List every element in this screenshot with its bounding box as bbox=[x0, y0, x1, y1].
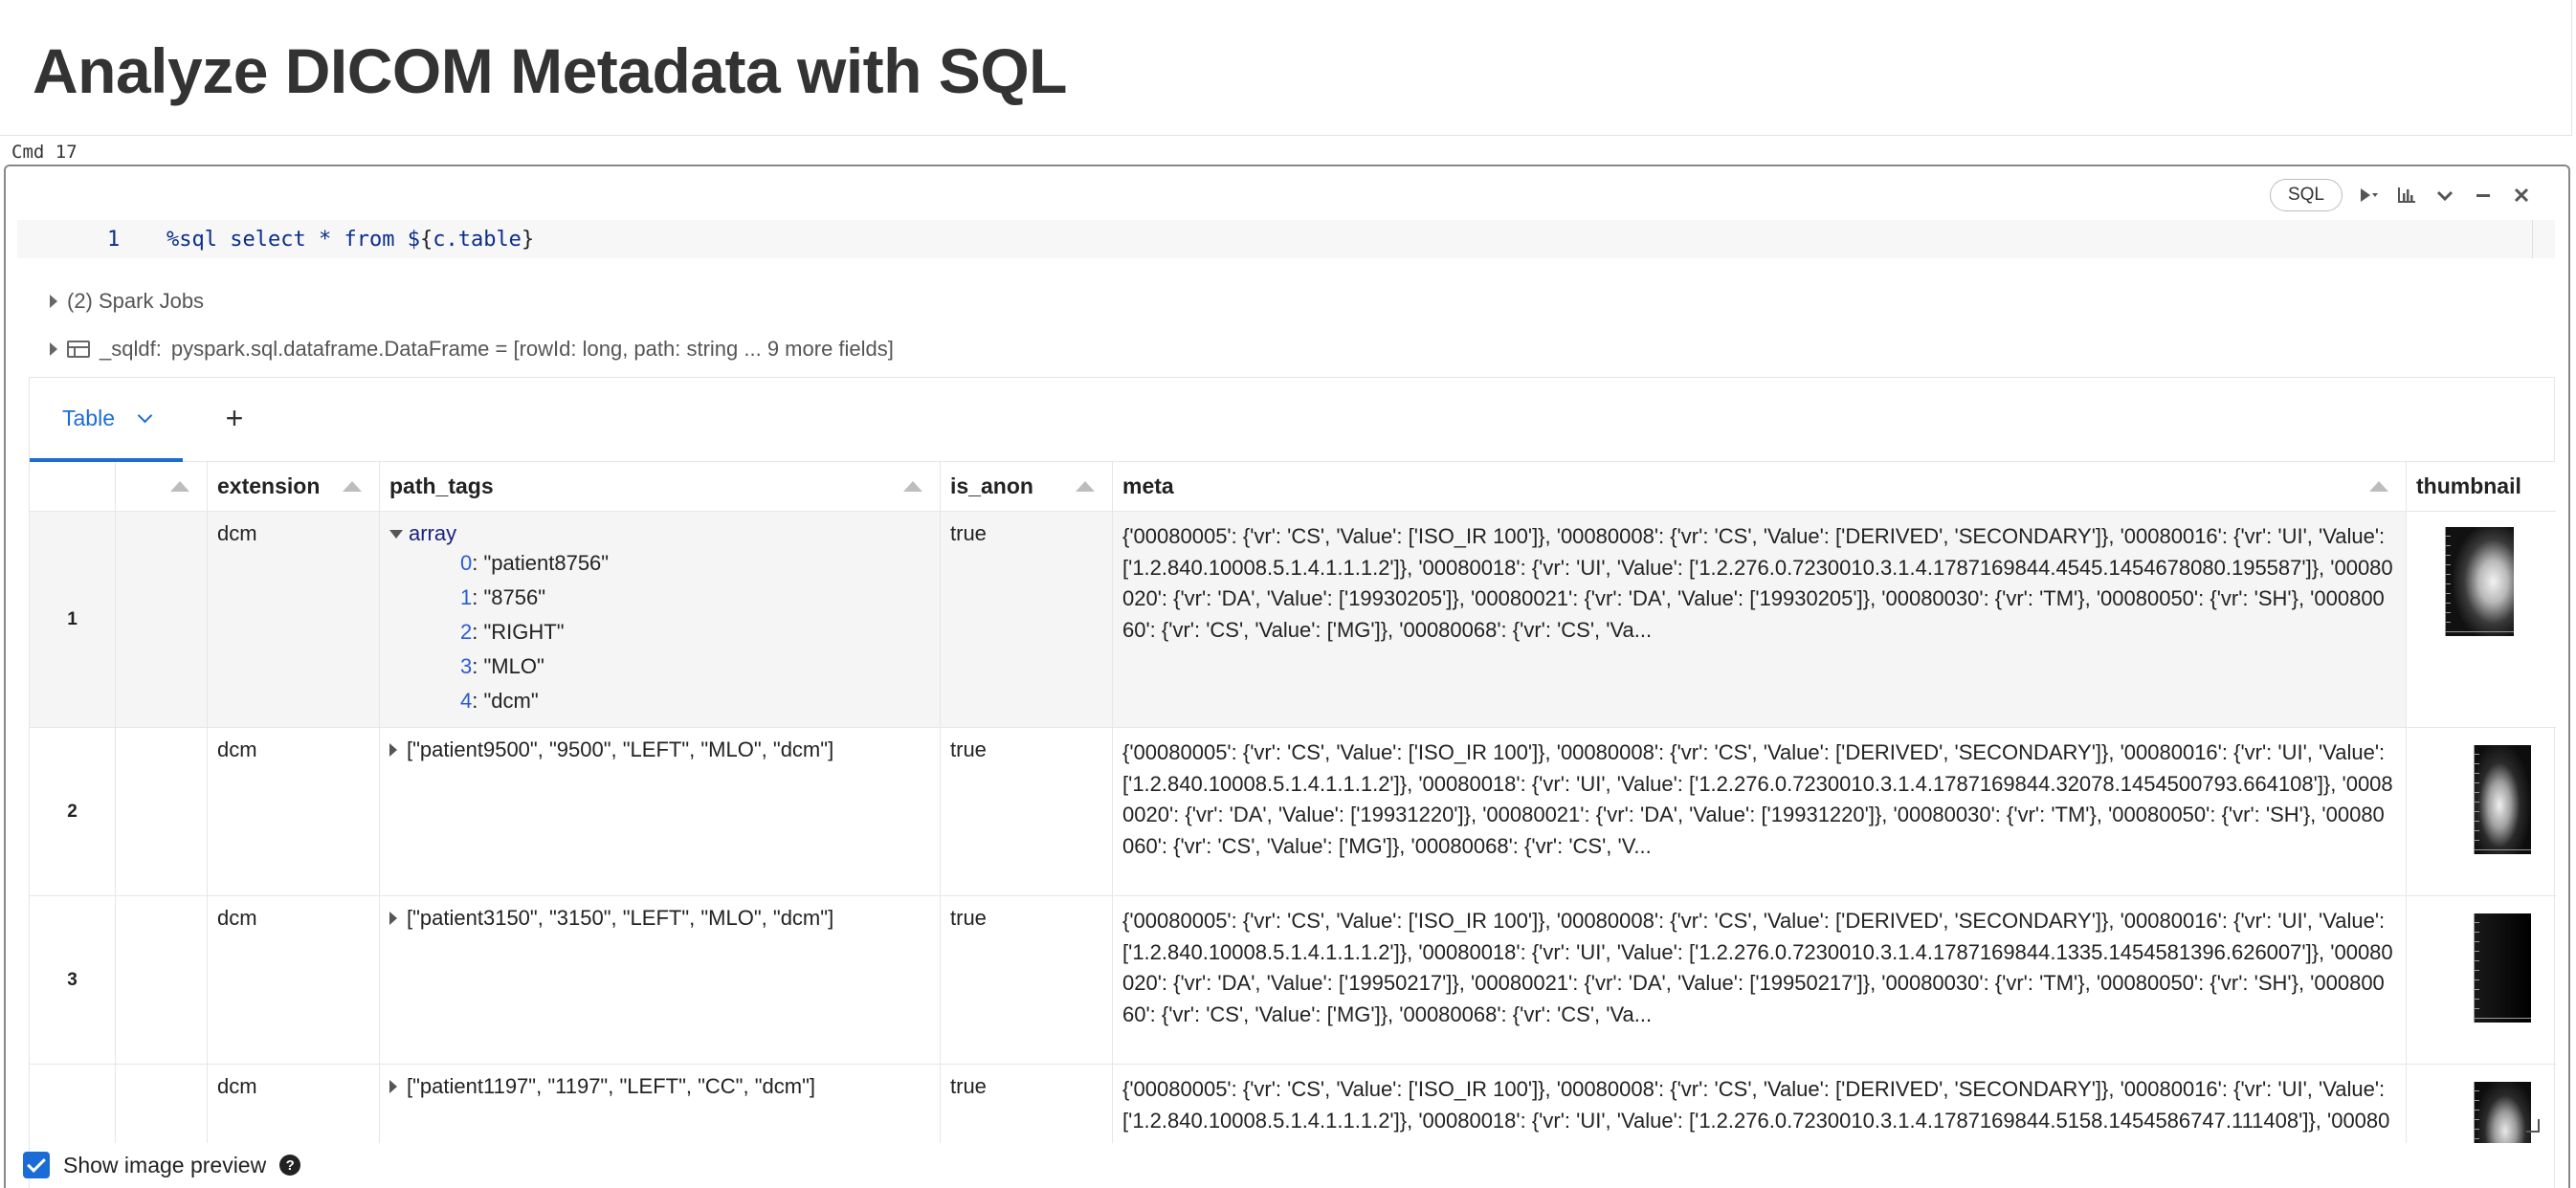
mammogram-thumbnail[interactable] bbox=[2474, 1082, 2531, 1143]
meta-cell: {'00080005': {'vr': 'CS', 'Value': ['ISO… bbox=[1113, 1065, 2407, 1143]
extension-cell: dcm bbox=[208, 728, 380, 895]
path-tags-cell: ["patient1197", "1197", "LEFT", "CC", "d… bbox=[380, 1065, 941, 1143]
collapse-chevron-icon[interactable] bbox=[2432, 183, 2457, 208]
meta-cell: {'00080005': {'vr': 'CS', 'Value': ['ISO… bbox=[1113, 512, 2407, 727]
path-tags-cell: ["patient9500", "9500", "LEFT", "MLO", "… bbox=[380, 728, 941, 895]
row-number: 4 bbox=[30, 1065, 116, 1143]
sort-icon[interactable] bbox=[2369, 481, 2388, 492]
expand-caret-icon bbox=[50, 295, 57, 308]
mammogram-thumbnail[interactable] bbox=[2474, 913, 2531, 1023]
table-row[interactable]: 2 dcm ["patient9500", "9500", "LEFT", "M… bbox=[30, 728, 2556, 896]
resize-handle[interactable] bbox=[2526, 1119, 2540, 1133]
expand-caret-icon bbox=[389, 1080, 397, 1093]
dataframe-name: _sqldf: bbox=[100, 337, 162, 361]
dataframe-schema-toggle[interactable]: _sqldf: pyspark.sql.dataframe.DataFrame … bbox=[50, 337, 894, 362]
column-header-thumbnail[interactable]: thumbnail bbox=[2407, 462, 2556, 512]
cell-toolbar: SQL bbox=[2269, 178, 2534, 212]
array-toggle[interactable]: ["patient1197", "1197", "LEFT", "CC", "d… bbox=[389, 1074, 930, 1099]
column-header-path-tags[interactable]: path_tags bbox=[380, 462, 941, 512]
blank-cell bbox=[116, 1065, 208, 1143]
is-anon-cell: true bbox=[941, 1065, 1113, 1143]
row-number: 1 bbox=[30, 512, 116, 727]
array-toggle[interactable]: ["patient9500", "9500", "LEFT", "MLO", "… bbox=[389, 737, 930, 762]
path-tags-cell: ["patient3150", "3150", "LEFT", "MLO", "… bbox=[380, 896, 941, 1064]
tab-table-label: Table bbox=[62, 405, 115, 430]
close-icon[interactable] bbox=[2509, 183, 2534, 208]
line-number: 1 bbox=[107, 228, 121, 252]
help-icon[interactable]: ? bbox=[279, 1155, 301, 1176]
sort-icon[interactable] bbox=[343, 481, 362, 492]
array-toggle[interactable]: array bbox=[389, 521, 930, 546]
tab-table[interactable]: Table bbox=[30, 378, 183, 462]
row-number: 3 bbox=[30, 896, 116, 1064]
is-anon-cell: true bbox=[941, 512, 1113, 727]
blank-cell bbox=[116, 728, 208, 895]
column-header-index bbox=[30, 462, 116, 512]
column-header-extension[interactable]: extension bbox=[208, 462, 380, 512]
mammogram-thumbnail[interactable] bbox=[2445, 527, 2514, 636]
show-image-preview-label: Show image preview bbox=[63, 1152, 267, 1177]
chart-icon[interactable] bbox=[2394, 183, 2419, 208]
thumbnail-cell bbox=[2407, 512, 2556, 727]
meta-cell: {'00080005': {'vr': 'CS', 'Value': ['ISO… bbox=[1113, 728, 2407, 895]
is-anon-cell: true bbox=[941, 728, 1113, 895]
array-toggle[interactable]: ["patient3150", "3150", "LEFT", "MLO", "… bbox=[389, 906, 930, 931]
array-item: 3: "MLO" bbox=[460, 654, 544, 678]
cmd-label: Cmd 17 bbox=[11, 142, 78, 163]
array-item: 2: "RIGHT" bbox=[460, 620, 565, 644]
command-cell[interactable]: SQL 1 %sql select * from ${c.table} (2) … bbox=[4, 165, 2570, 1188]
editor-scrollbar[interactable] bbox=[2532, 220, 2555, 258]
markdown-cell[interactable]: Analyze DICOM Metadata with SQL bbox=[0, 0, 2572, 136]
language-selector[interactable]: SQL bbox=[2269, 179, 2343, 211]
show-image-preview-checkbox[interactable] bbox=[23, 1152, 50, 1178]
table-row[interactable]: 1 dcm array 0: "patient8756" 1: "8756" 2… bbox=[30, 512, 2556, 728]
array-value: ["patient3150", "3150", "LEFT", "MLO", "… bbox=[407, 906, 834, 930]
expand-caret-icon bbox=[50, 342, 57, 356]
results-table: extension path_tags is_anon meta thumbna… bbox=[30, 462, 2556, 1143]
row-number: 2 bbox=[30, 728, 116, 895]
expand-caret-icon bbox=[389, 529, 403, 539]
run-dropdown-icon[interactable] bbox=[2356, 183, 2381, 208]
code-editor[interactable]: 1 %sql select * from ${c.table} bbox=[17, 220, 2555, 258]
table-icon bbox=[67, 341, 90, 358]
results-tabs: Table + bbox=[30, 378, 2554, 462]
array-item: 1: "8756" bbox=[460, 585, 546, 609]
array-item: 4: "dcm" bbox=[460, 689, 539, 713]
results-panel: Table + extension path_tags is_anon meta bbox=[29, 377, 2556, 1188]
array-item: 0: "patient8756" bbox=[460, 551, 610, 575]
thumbnail-cell bbox=[2407, 896, 2556, 1064]
extension-cell: dcm bbox=[208, 512, 380, 727]
thumbnail-cell bbox=[2407, 728, 2556, 895]
meta-cell: {'00080005': {'vr': 'CS', 'Value': ['ISO… bbox=[1113, 896, 2407, 1064]
image-preview-toggle[interactable]: Show image preview ? bbox=[23, 1152, 301, 1178]
path-tags-cell: array 0: "patient8756" 1: "8756" 2: "RIG… bbox=[380, 512, 941, 727]
expand-caret-icon bbox=[389, 912, 397, 925]
array-value: ["patient9500", "9500", "LEFT", "MLO", "… bbox=[407, 737, 834, 761]
expand-caret-icon bbox=[389, 743, 397, 757]
blank-cell bbox=[116, 512, 208, 727]
code-line[interactable]: %sql select * from ${c.table} bbox=[167, 228, 534, 252]
array-value: ["patient1197", "1197", "LEFT", "CC", "d… bbox=[407, 1074, 816, 1098]
extension-cell: dcm bbox=[208, 1065, 380, 1143]
column-header-blank[interactable] bbox=[116, 462, 208, 512]
extension-cell: dcm bbox=[208, 896, 380, 1064]
table-row[interactable]: 4 dcm ["patient1197", "1197", "LEFT", "C… bbox=[30, 1065, 2556, 1143]
minimize-icon[interactable] bbox=[2471, 183, 2496, 208]
array-label: array bbox=[409, 521, 457, 545]
mammogram-thumbnail[interactable] bbox=[2474, 745, 2531, 854]
sort-icon[interactable] bbox=[1076, 481, 1095, 492]
sort-icon[interactable] bbox=[903, 481, 922, 492]
column-header-is-anon[interactable]: is_anon bbox=[941, 462, 1113, 512]
blank-cell bbox=[116, 896, 208, 1064]
column-header-meta[interactable]: meta bbox=[1113, 462, 2407, 512]
page-title: Analyze DICOM Metadata with SQL bbox=[33, 35, 1067, 106]
add-visualization-button[interactable]: + bbox=[217, 401, 252, 435]
chevron-down-icon[interactable] bbox=[137, 407, 153, 423]
dataframe-type: pyspark.sql.dataframe.DataFrame = [rowId… bbox=[170, 337, 894, 361]
sort-icon[interactable] bbox=[170, 481, 189, 492]
spark-jobs-label: (2) Spark Jobs bbox=[67, 289, 205, 313]
is-anon-cell: true bbox=[941, 896, 1113, 1064]
table-row[interactable]: 3 dcm ["patient3150", "3150", "LEFT", "M… bbox=[30, 896, 2556, 1065]
spark-jobs-toggle[interactable]: (2) Spark Jobs bbox=[50, 289, 204, 314]
